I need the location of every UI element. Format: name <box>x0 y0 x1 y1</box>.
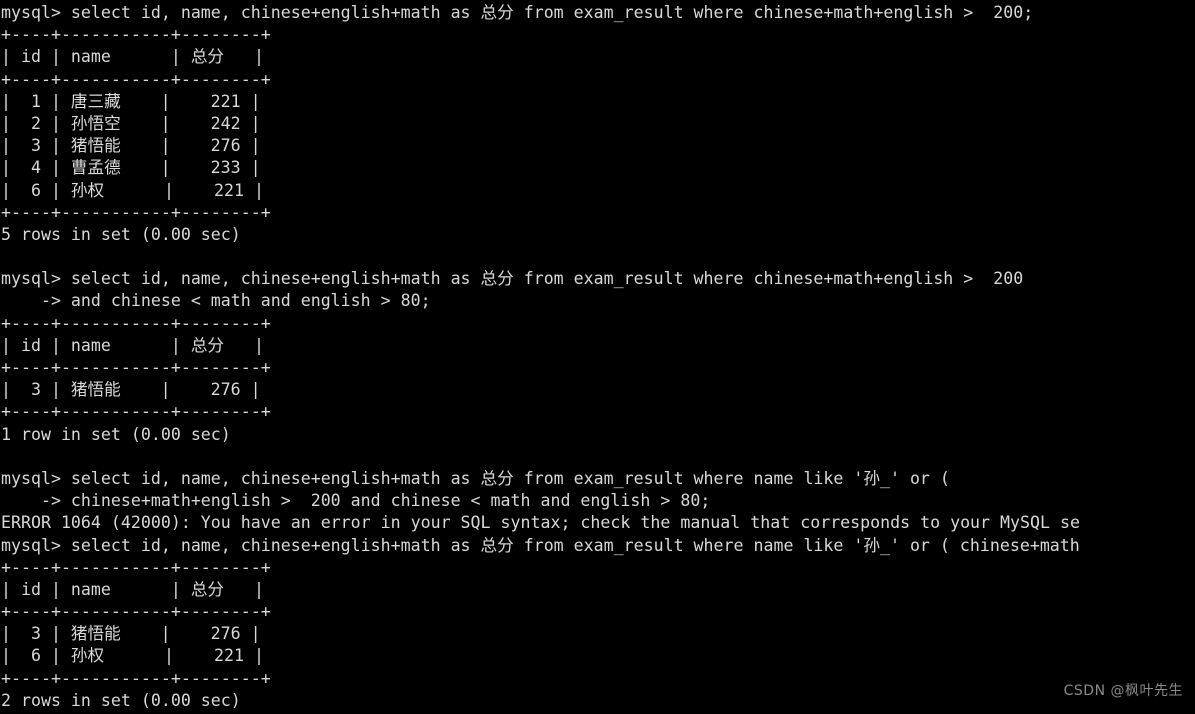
terminal-line: | id | name | 总分 | <box>1 47 264 67</box>
terminal-line: +----+-----------+--------+ <box>1 202 271 222</box>
terminal-line: mysql> select id, name, chinese+english+… <box>1 269 1024 289</box>
terminal-line: 5 rows in set (0.00 sec) <box>1 224 241 244</box>
terminal-output[interactable]: mysql> select id, name, chinese+english+… <box>0 0 1195 714</box>
terminal-line: | id | name | 总分 | <box>1 579 264 599</box>
terminal-line: +----+-----------+--------+ <box>1 402 271 422</box>
terminal-line: 2 rows in set (0.00 sec) <box>1 690 241 710</box>
terminal-line: | 2 | 孙悟空 | 242 | <box>1 113 261 133</box>
terminal-line: mysql> select id, name, chinese+english+… <box>1 468 950 488</box>
terminal-line: 1 row in set (0.00 sec) <box>1 424 231 444</box>
terminal-line: | 6 | 孙权 | 221 | <box>1 180 264 200</box>
terminal-line: mysql> select id, name, chinese+english+… <box>1 3 1034 22</box>
terminal-line: +----+-----------+--------+ <box>1 25 271 45</box>
terminal-line: | 3 | 猪悟能 | 276 | <box>1 136 261 156</box>
terminal-line: +----+-----------+--------+ <box>1 313 271 333</box>
terminal-line: | 4 | 曹孟德 | 233 | <box>1 158 261 178</box>
terminal-line: | 1 | 唐三藏 | 221 | <box>1 91 261 111</box>
terminal-line: +----+-----------+--------+ <box>1 602 271 622</box>
terminal-line: ERROR 1064 (42000): You have an error in… <box>1 513 1080 533</box>
terminal-line: | 3 | 猪悟能 | 276 | <box>1 624 261 644</box>
terminal-line: | 3 | 猪悟能 | 276 | <box>1 380 261 400</box>
terminal-line: -> and chinese < math and english > 80; <box>1 291 431 311</box>
terminal-line: +----+-----------+--------+ <box>1 557 271 577</box>
terminal-line: | id | name | 总分 | <box>1 335 264 355</box>
terminal-line: | 6 | 孙权 | 221 | <box>1 646 264 666</box>
terminal-line: -> chinese+math+english > 200 and chines… <box>1 491 711 511</box>
terminal-line: +----+-----------+--------+ <box>1 668 271 688</box>
terminal-line: mysql> select id, name, chinese+english+… <box>1 535 1080 555</box>
terminal-line: +----+-----------+--------+ <box>1 358 271 377</box>
terminal-line: +----+-----------+--------+ <box>1 69 271 89</box>
